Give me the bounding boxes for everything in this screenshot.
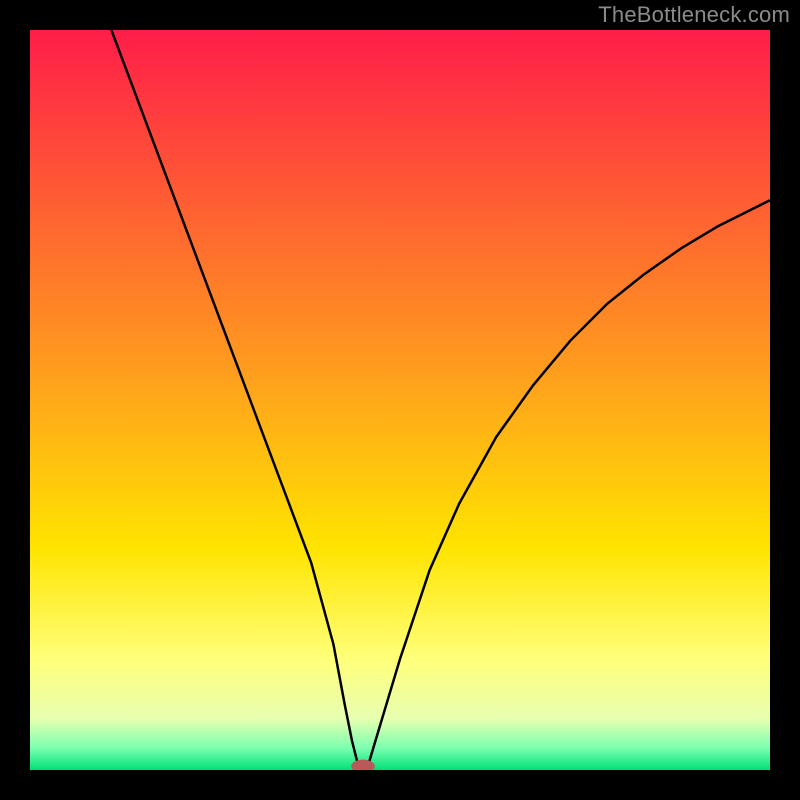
outer-frame: TheBottleneck.com <box>0 0 800 800</box>
watermark-text: TheBottleneck.com <box>598 2 790 28</box>
bottleneck-chart <box>30 30 770 770</box>
